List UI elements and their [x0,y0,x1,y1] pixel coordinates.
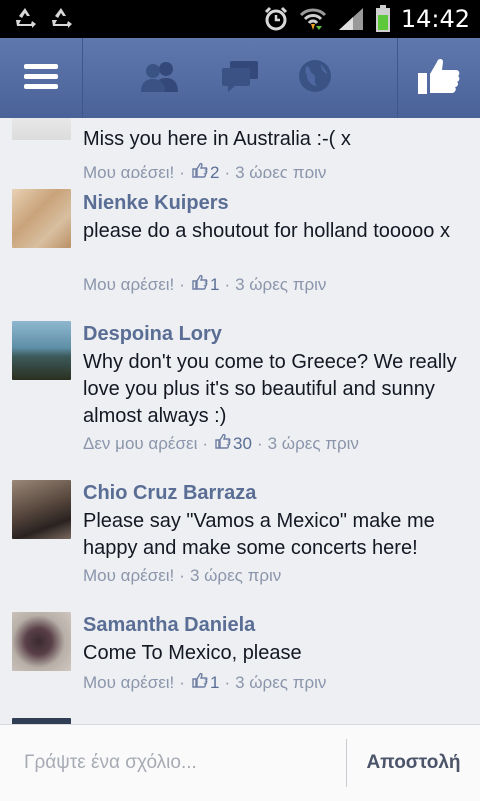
comment-meta: Μου αρέσει! · 3 ώρες πριν [83,566,282,586]
like-page-button[interactable] [397,38,480,118]
commenter-name[interactable]: Samantha Daniela [83,614,255,637]
clock: 14:42 [400,5,470,33]
like-count: 1 [209,274,220,294]
avatar[interactable] [12,612,71,671]
recycle-icon [12,6,38,30]
like-link[interactable]: Μου αρέσει! [83,566,174,586]
comment-item: Samantha Daniela Come To Mexico, please … [0,600,480,716]
comment-text: Come To Mexico, please [83,642,302,664]
comment-list: Miss you here in Australia :-( x Μου αρέ… [0,118,480,724]
avatar[interactable] [12,321,71,380]
messages-button[interactable] [210,38,270,118]
avatar[interactable] [12,189,71,248]
timestamp: 3 ώρες πριν [267,433,359,453]
battery-icon [375,5,391,33]
alarm-icon [263,6,289,32]
commenter-name[interactable]: Despoina Lory [83,323,222,346]
like-thumb-icon [215,433,231,454]
recycle-icon [48,6,74,30]
top-navigation-bar [0,38,480,119]
comment-meta: Μου αρέσει! · 1 · 3 ώρες πριν [83,274,327,295]
signal-icon [337,6,365,32]
timestamp: 3 ώρες πριν [235,274,327,294]
timestamp: 3 ώρες πριν [189,566,282,585]
comment-composer: Γράψτε ένα σχόλιο... Αποστολή [0,724,480,801]
comment-meta: Δεν μου αρέσει · 30 · 3 ώρες πριν [83,433,359,454]
comment-item: Chio Cruz Barraza Please say "Vamos a Me… [0,468,480,601]
friend-requests-button[interactable] [130,38,190,118]
like-thumb-icon [417,56,461,101]
comment-text: Miss you here in Australia :-( x [83,128,351,150]
comment-text: Please say "Vamos a Mexico" make me happ… [83,510,435,559]
like-link[interactable]: Μου αρέσει! [83,673,174,693]
wifi-icon [299,6,327,32]
comment-item [0,715,480,724]
comment-text: please do a shoutout for holland tooooo … [83,220,450,242]
like-thumb-icon [192,274,208,295]
messages-icon [220,59,260,98]
timestamp: 3 ώρες πριν [235,672,327,692]
menu-button[interactable] [0,38,83,118]
globe-icon [297,58,333,99]
status-bar: 14:42 [0,0,480,38]
friends-icon [140,59,180,98]
comment-item: Despoina Lory Why don't you come to Gree… [0,309,480,469]
comment-item: Miss you here in Australia :-( x Μου αρέ… [0,118,480,182]
comment-input[interactable]: Γράψτε ένα σχόλιο... [24,725,324,801]
like-count: 30 [233,433,252,453]
menu-icon [24,62,58,95]
send-button[interactable]: Αποστολή [347,725,480,801]
avatar[interactable] [12,118,71,140]
commenter-name[interactable]: Nienke Kuipers [83,192,229,215]
commenter-name[interactable]: Chio Cruz Barraza [83,482,256,505]
comment-item: Nienke Kuipers please do a shoutout for … [0,178,480,310]
like-count: 1 [209,672,220,692]
avatar[interactable] [12,480,71,539]
comment-meta: Μου αρέσει! · 1 · 3 ώρες πριν [83,672,327,693]
notifications-button[interactable] [285,38,345,118]
like-link[interactable]: Μου αρέσει! [83,275,174,295]
like-thumb-icon [192,672,208,693]
comment-text: Why don't you come to Greece? We really … [83,351,457,427]
unlike-link[interactable]: Δεν μου αρέσει [83,434,197,454]
